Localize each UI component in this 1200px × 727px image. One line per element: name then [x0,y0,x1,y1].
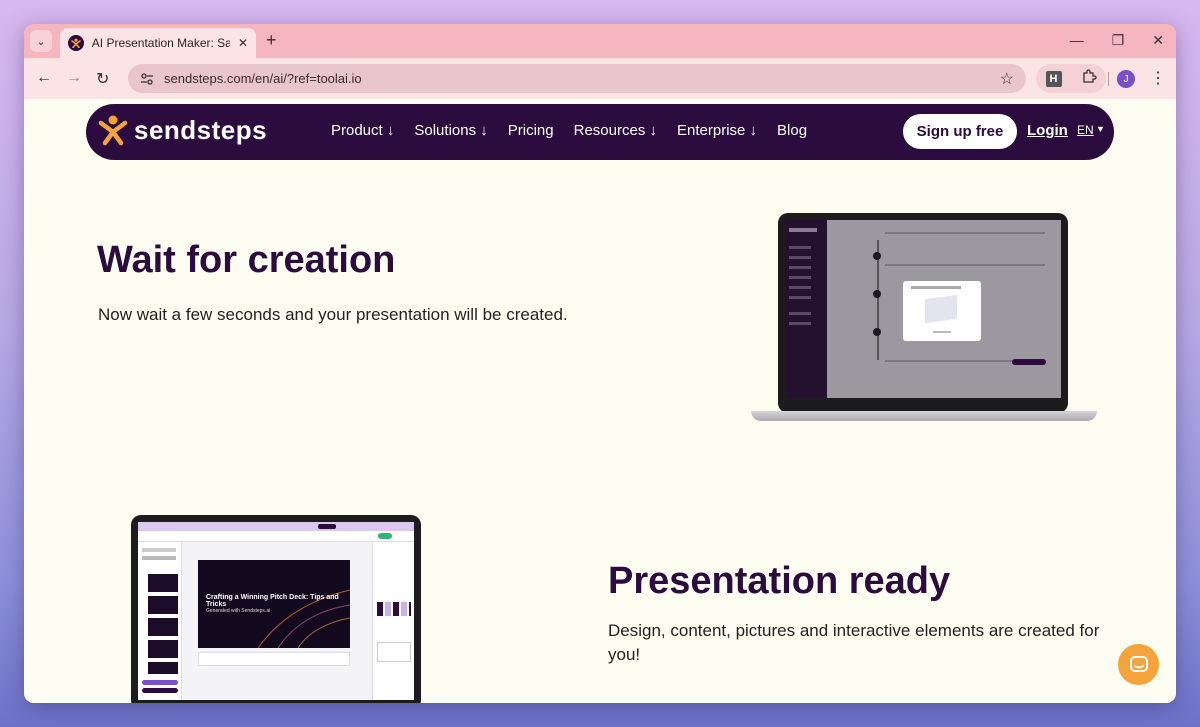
close-window-icon[interactable]: ✕ [1152,32,1164,49]
browser-toolbar: ← → ↻ sendsteps.com/en/ai/?ref=toolai.io… [24,58,1176,99]
new-tab-button[interactable]: + [266,30,277,50]
laptop-display [785,220,1061,398]
bookmark-star-icon[interactable]: ☆ [1000,69,1014,89]
extension-h-icon[interactable]: H [1045,70,1062,87]
nav-links: Product ↓ Solutions ↓ Pricing Resources … [331,122,807,139]
laptop-mockup-generating [751,213,1097,425]
profile-avatar[interactable]: J [1117,70,1135,88]
section-title-ready: Presentation ready [608,560,951,602]
chat-icon [1129,655,1148,672]
toolbar-separator [1108,72,1109,86]
tab-search-button[interactable]: ⌄ [30,30,52,52]
extensions-area: H [1036,64,1106,93]
chat-launcher-button[interactable] [1118,644,1159,685]
nav-solutions-label: Solutions [414,122,477,139]
slide-thumbnails [138,542,182,700]
arrow-down-icon: ↓ [649,122,658,139]
nav-resources-label: Resources [573,122,646,139]
extensions-puzzle-icon[interactable] [1081,68,1097,89]
web-page: sendsteps Product ↓ Solutions ↓ Pricing … [24,99,1176,703]
laptop-screen [778,213,1068,413]
nav-product-label: Product [331,122,383,139]
nav-solutions[interactable]: Solutions ↓ [414,122,487,139]
laptop-display-2: Crafting a Winning Pitch Deck: Tips and … [138,522,414,700]
section-text-wait: Now wait a few seconds and your presenta… [98,305,568,324]
tab-title: AI Presentation Maker: Save Tim [91,36,230,50]
restore-icon[interactable]: ❐ [1112,32,1125,49]
logo-text: sendsteps [134,114,268,145]
nav-enterprise[interactable]: Enterprise ↓ [677,122,757,139]
laptop-mockup-ready: Crafting a Winning Pitch Deck: Tips and … [104,515,450,703]
reload-icon[interactable]: ↻ [96,69,109,89]
sendsteps-logo[interactable]: sendsteps [98,114,267,146]
nav-resources[interactable]: Resources ↓ [574,122,657,139]
laptop-screen-2: Crafting a Winning Pitch Deck: Tips and … [131,515,421,703]
nav-blog[interactable]: Blog [777,122,807,139]
browser-menu-icon[interactable]: ⋮ [1150,68,1166,88]
laptop-base [751,411,1097,421]
nav-enterprise-label: Enterprise [677,122,746,139]
arrow-down-icon: ↓ [480,122,488,139]
site-navbar: sendsteps Product ↓ Solutions ↓ Pricing … [86,104,1114,160]
section-text-ready: Design, content, pictures and interactiv… [608,621,1100,664]
chevron-down-icon: ⌄ [36,35,46,48]
window-controls: — ❐ ✕ [1070,32,1164,49]
site-settings-icon[interactable] [138,70,156,88]
browser-window: ⌄ AI Presentation Maker: Save Tim ✕ + — … [24,24,1176,703]
tab-bar: ⌄ AI Presentation Maker: Save Tim ✕ + — … [24,24,1176,58]
generating-dialog [903,281,981,341]
caret-down-icon: ▼ [1096,124,1105,134]
nav-pricing[interactable]: Pricing [508,122,554,139]
app-sidebar [785,220,827,398]
close-tab-icon[interactable]: ✕ [238,36,248,50]
forward-arrow-icon[interactable]: → [66,69,82,87]
arrow-down-icon: ↓ [749,122,758,139]
language-selector[interactable]: EN [1077,123,1094,137]
nav-product[interactable]: Product ↓ [331,122,394,139]
slide-options-panel [372,542,414,700]
browser-tab[interactable]: AI Presentation Maker: Save Tim ✕ [60,28,256,58]
minimize-icon[interactable]: — [1070,32,1084,49]
address-bar[interactable]: sendsteps.com/en/ai/?ref=toolai.io ☆ [128,64,1026,93]
arrow-down-icon: ↓ [386,122,395,139]
url-text: sendsteps.com/en/ai/?ref=toolai.io [164,71,362,86]
sendsteps-favicon-icon [68,35,84,51]
sendsteps-logo-icon [98,115,128,146]
slide-subtitle: Generated with Sendsteps.ai [206,608,271,614]
back-arrow-icon[interactable]: ← [36,69,52,87]
slide-title: Crafting a Winning Pitch Deck: Tips and … [206,594,339,608]
sign-up-button[interactable]: Sign up free [903,114,1017,149]
section-title-wait: Wait for creation [97,239,396,281]
slide-preview: Crafting a Winning Pitch Deck: Tips and … [198,560,350,648]
login-link[interactable]: Login [1027,122,1068,139]
